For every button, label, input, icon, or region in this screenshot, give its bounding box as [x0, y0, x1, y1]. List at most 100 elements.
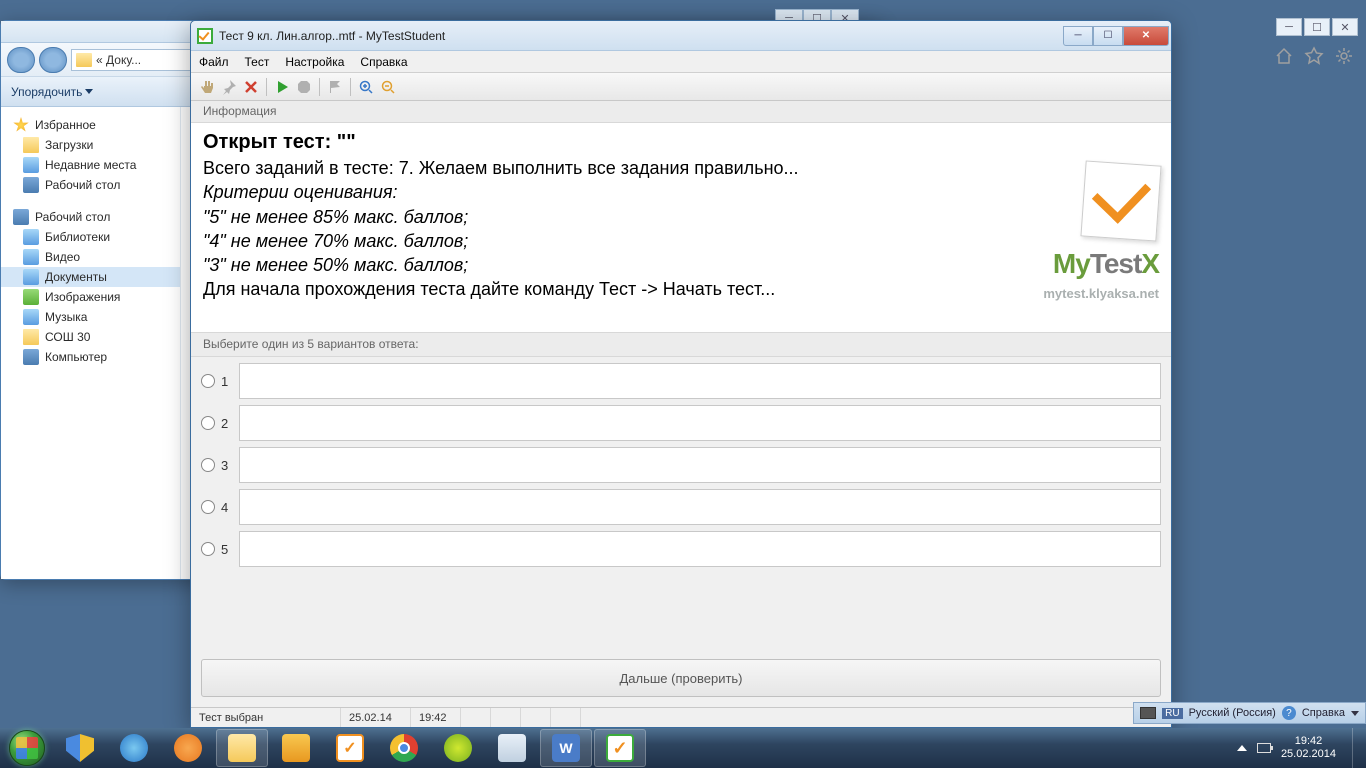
status-cell	[581, 708, 1171, 727]
app-icon	[197, 28, 213, 44]
answer-option[interactable]: 4	[201, 489, 1161, 525]
nav-desktop[interactable]: Рабочий стол	[1, 175, 180, 195]
checkmark-icon: ✓	[336, 734, 364, 762]
taskbar-paint[interactable]	[486, 729, 538, 767]
maximize-button[interactable]: ☐	[1093, 26, 1123, 46]
browser-strip: ─ ☐ ✕	[1166, 18, 1366, 74]
nav-sosh30[interactable]: СОШ 30	[1, 327, 180, 347]
nav-desktop-group[interactable]: Рабочий стол	[1, 207, 180, 227]
gear-icon[interactable]	[1334, 46, 1354, 66]
desktop-icon	[13, 209, 29, 225]
menu-help[interactable]: Справка	[360, 55, 407, 69]
breadcrumb-text: « Доку...	[96, 53, 141, 67]
answer-text-box	[239, 489, 1161, 525]
tray-show-hidden-icon[interactable]	[1237, 745, 1247, 751]
folder-icon	[23, 329, 39, 345]
nav-forward[interactable]	[39, 47, 67, 73]
info-c5: "5" не менее 85% макс. баллов;	[203, 207, 468, 227]
titlebar[interactable]: Тест 9 кл. Лин.алгор..mtf - MyTestStuden…	[191, 21, 1171, 51]
nav-pictures[interactable]: Изображения	[1, 287, 180, 307]
menu-file[interactable]: Файл	[199, 55, 229, 69]
window-title: Тест 9 кл. Лин.алгор..mtf - MyTestStuden…	[219, 29, 1063, 43]
status-chosen: Тест выбран	[191, 708, 341, 727]
nav-music[interactable]: Музыка	[1, 307, 180, 327]
chevron-down-icon[interactable]	[1351, 711, 1359, 716]
favorites-star-icon[interactable]	[1304, 46, 1324, 66]
radio-icon[interactable]	[201, 500, 215, 514]
taskbar-wmp[interactable]	[162, 729, 214, 767]
bg-minimize[interactable]: ─	[1276, 18, 1302, 36]
next-area: Дальше (проверить)	[191, 649, 1171, 707]
nav-favorites[interactable]: Избранное	[1, 115, 180, 135]
next-button[interactable]: Дальше (проверить)	[201, 659, 1161, 697]
nav-libraries[interactable]: Библиотеки	[1, 227, 180, 247]
status-cell	[491, 708, 521, 727]
bg-close[interactable]: ✕	[1332, 18, 1358, 36]
logo-url: mytest.klyaksa.net	[1043, 285, 1159, 303]
language-bar[interactable]: RU Русский (Россия) ? Справка	[1133, 702, 1366, 724]
answer-option[interactable]: 1	[201, 363, 1161, 399]
menu-settings[interactable]: Настройка	[285, 55, 344, 69]
tool-hand-icon[interactable]	[197, 77, 217, 97]
answer-option[interactable]: 2	[201, 405, 1161, 441]
taskbar-app3[interactable]	[432, 729, 484, 767]
status-cell	[551, 708, 581, 727]
nav-back[interactable]	[7, 47, 35, 73]
radio-icon[interactable]	[201, 542, 215, 556]
toolbar-separator	[350, 78, 351, 96]
tool-stop-icon[interactable]	[294, 77, 314, 97]
taskbar-ie[interactable]	[108, 729, 160, 767]
nav-videos[interactable]: Видео	[1, 247, 180, 267]
start-button[interactable]	[0, 728, 54, 768]
lang-code[interactable]: RU	[1162, 708, 1182, 719]
home-icon[interactable]	[1274, 46, 1294, 66]
bg-maximize[interactable]: ☐	[1304, 18, 1330, 36]
tool-play-icon[interactable]	[272, 77, 292, 97]
minimize-button[interactable]: ─	[1063, 26, 1093, 46]
radio-icon[interactable]	[201, 416, 215, 430]
tool-zoom-out-icon[interactable]	[378, 77, 398, 97]
organize-button[interactable]: Упорядочить	[11, 85, 93, 99]
answer-text-box	[239, 363, 1161, 399]
nav-downloads[interactable]: Загрузки	[1, 135, 180, 155]
radio-icon[interactable]	[201, 458, 215, 472]
help-icon[interactable]: ?	[1282, 706, 1296, 720]
taskbar-word[interactable]: W	[540, 729, 592, 767]
nav-computer[interactable]: Компьютер	[1, 347, 180, 367]
radio-icon[interactable]	[201, 374, 215, 388]
folder-icon	[23, 137, 39, 153]
battery-icon[interactable]	[1257, 743, 1271, 753]
wmp-icon	[174, 734, 202, 762]
shield-icon	[66, 734, 94, 762]
mytestx-logo: MyTestX mytest.klyaksa.net	[1043, 163, 1159, 302]
taskbar-defender[interactable]	[54, 729, 106, 767]
menu-test[interactable]: Тест	[245, 55, 270, 69]
close-button[interactable]: ✕	[1123, 26, 1169, 46]
lang-help-label[interactable]: Справка	[1302, 707, 1345, 719]
tool-pin-icon[interactable]	[219, 77, 239, 97]
info-header: Информация	[191, 101, 1171, 123]
toolbar-separator	[266, 78, 267, 96]
folder-icon	[228, 734, 256, 762]
nav-documents[interactable]: Документы	[1, 267, 180, 287]
info-open: Открыт тест: ""	[203, 129, 1159, 156]
taskbar-chrome[interactable]	[378, 729, 430, 767]
taskbar-explorer[interactable]	[216, 729, 268, 767]
answer-option[interactable]: 5	[201, 531, 1161, 567]
logo-paper-icon	[1080, 160, 1161, 241]
tool-flag-icon[interactable]	[325, 77, 345, 97]
answer-text-box	[239, 447, 1161, 483]
nav-recent[interactable]: Недавние места	[1, 155, 180, 175]
tool-zoom-in-icon[interactable]	[356, 77, 376, 97]
chrome-icon	[390, 734, 418, 762]
show-desktop-button[interactable]	[1352, 728, 1362, 768]
info-start: Для начала прохождения теста дайте коман…	[203, 277, 1159, 301]
tool-delete-icon[interactable]	[241, 77, 261, 97]
answer-option[interactable]: 3	[201, 447, 1161, 483]
chevron-down-icon	[85, 89, 93, 94]
tray-clock[interactable]: 19:42 25.02.2014	[1281, 735, 1336, 760]
taskbar-app2[interactable]: ✓	[324, 729, 376, 767]
taskbar-app1[interactable]	[270, 729, 322, 767]
paint-icon	[498, 734, 526, 762]
taskbar-mytest[interactable]: ✓	[594, 729, 646, 767]
